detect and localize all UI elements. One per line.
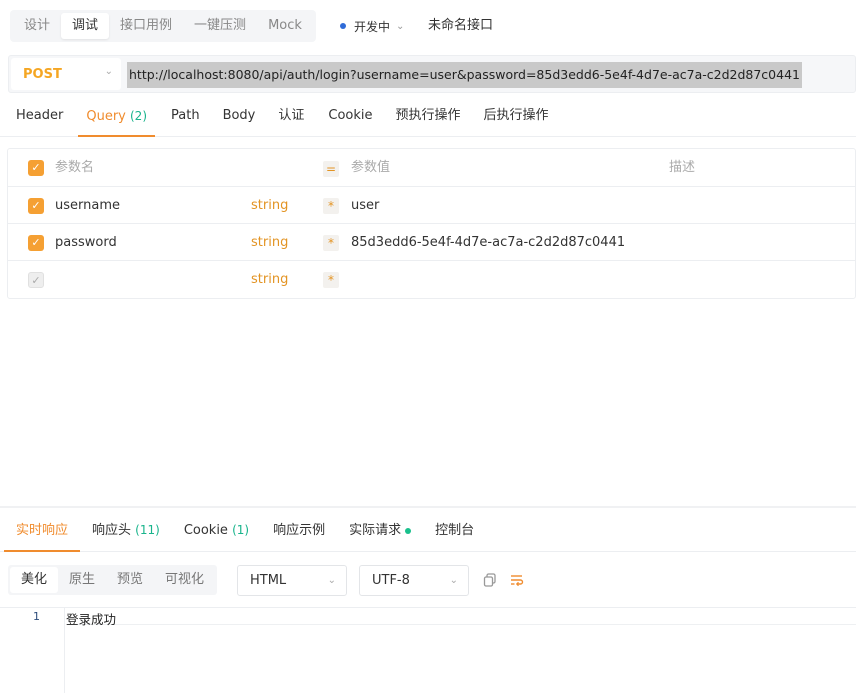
query-count: (2) bbox=[130, 109, 147, 123]
tab-test-cases[interactable]: 接口用例 bbox=[109, 13, 183, 39]
encoding-select[interactable]: UTF-8 ⌄ bbox=[359, 565, 469, 596]
chevron-down-icon: ⌄ bbox=[327, 575, 336, 586]
tab-cookie[interactable]: Cookie bbox=[320, 96, 380, 136]
equals-icon: = bbox=[323, 161, 339, 177]
column-value-header: 参数值 bbox=[351, 160, 391, 175]
tab-mock[interactable]: Mock bbox=[257, 13, 313, 39]
select-all-checkbox[interactable]: ✓ bbox=[28, 160, 44, 176]
line-gutter: 1 bbox=[0, 608, 65, 693]
tab-query[interactable]: Query (2) bbox=[78, 96, 155, 137]
table-header: ✓ 参数名 = 参数值 描述 bbox=[8, 149, 855, 187]
param-value[interactable]: user bbox=[351, 187, 379, 224]
query-params-table: ✓ 参数名 = 参数值 描述 ✓ username string * user … bbox=[7, 148, 856, 299]
status-dot-icon bbox=[405, 527, 412, 534]
wrap-lines-icon[interactable] bbox=[508, 571, 526, 589]
url-bar: POST ⌄ http://localhost:8080/api/auth/lo… bbox=[8, 55, 856, 93]
tab-live-response[interactable]: 实时响应 bbox=[4, 510, 81, 552]
param-name[interactable]: username bbox=[55, 187, 120, 224]
active-line bbox=[66, 608, 856, 625]
tab-raw[interactable]: 原生 bbox=[58, 567, 106, 593]
line-number: 1 bbox=[33, 610, 40, 623]
tab-console[interactable]: 控制台 bbox=[423, 510, 486, 551]
chevron-down-icon: ⌄ bbox=[396, 20, 405, 32]
tab-debug[interactable]: 调试 bbox=[61, 13, 110, 39]
param-type[interactable]: string bbox=[251, 187, 288, 224]
required-icon[interactable]: * bbox=[323, 272, 339, 288]
cookie-count: (1) bbox=[232, 523, 250, 537]
tab-auth[interactable]: 认证 bbox=[270, 96, 312, 136]
table-row: ✓ username string * user bbox=[8, 187, 855, 224]
tab-header[interactable]: Header bbox=[8, 96, 71, 136]
response-body-text: 登录成功 bbox=[66, 612, 117, 627]
copy-icon[interactable] bbox=[481, 571, 499, 589]
tab-response-headers[interactable]: 响应头 (11) bbox=[80, 510, 172, 551]
request-tabs: Header Query (2) Path Body 认证 Cookie 预执行… bbox=[0, 96, 856, 137]
row-checkbox[interactable]: ✓ bbox=[28, 272, 44, 288]
environment-selector[interactable]: 开发中 ⌄ bbox=[340, 10, 404, 42]
url-input[interactable]: http://localhost:8080/api/auth/login?use… bbox=[127, 62, 802, 88]
row-checkbox[interactable]: ✓ bbox=[28, 235, 44, 251]
tab-design[interactable]: 设计 bbox=[13, 13, 61, 39]
tab-visualize[interactable]: 可视化 bbox=[154, 567, 215, 593]
table-row: ✓ password string * 85d3edd6-5e4f-4d7e-a… bbox=[8, 224, 855, 261]
required-icon[interactable]: * bbox=[323, 198, 339, 214]
response-format-value: HTML bbox=[250, 573, 287, 588]
tab-response-cookie[interactable]: Cookie (1) bbox=[172, 510, 261, 551]
chevron-down-icon: ⌄ bbox=[104, 66, 113, 77]
tab-preview[interactable]: 预览 bbox=[106, 567, 154, 593]
tab-path[interactable]: Path bbox=[163, 96, 208, 136]
chevron-down-icon: ⌄ bbox=[449, 575, 458, 586]
row-checkbox[interactable]: ✓ bbox=[28, 198, 44, 214]
table-row: ✓ string * bbox=[8, 261, 855, 298]
mode-tabs: 设计 调试 接口用例 一键压测 Mock bbox=[10, 10, 316, 42]
method-select[interactable]: POST ⌄ bbox=[11, 58, 121, 90]
tab-response-example[interactable]: 响应示例 bbox=[261, 510, 337, 551]
param-name[interactable]: password bbox=[55, 224, 117, 261]
encoding-value: UTF-8 bbox=[372, 573, 410, 588]
tab-load-test[interactable]: 一键压测 bbox=[183, 13, 257, 39]
tab-pre-script[interactable]: 预执行操作 bbox=[388, 96, 469, 136]
panel-resizer[interactable] bbox=[0, 506, 856, 508]
top-bar: 设计 调试 接口用例 一键压测 Mock 开发中 ⌄ 未命名接口 bbox=[0, 0, 856, 52]
response-format-select[interactable]: HTML ⌄ bbox=[237, 565, 347, 596]
environment-label: 开发中 bbox=[354, 19, 391, 34]
environment-dot-icon bbox=[340, 23, 346, 29]
response-tabs: 实时响应 响应头 (11) Cookie (1) 响应示例 实际请求 控制台 bbox=[0, 510, 856, 552]
column-desc-header: 描述 bbox=[669, 160, 696, 175]
format-tabs: 美化 原生 预览 可视化 bbox=[8, 565, 218, 595]
tab-body[interactable]: Body bbox=[215, 96, 264, 136]
required-icon[interactable]: * bbox=[323, 235, 339, 251]
method-label: POST bbox=[23, 66, 62, 82]
interface-name[interactable]: 未命名接口 bbox=[428, 10, 493, 42]
headers-count: (11) bbox=[135, 523, 160, 537]
tab-post-script[interactable]: 后执行操作 bbox=[476, 96, 557, 136]
response-body-editor[interactable]: 1 登录成功 bbox=[0, 607, 856, 693]
param-value[interactable]: 85d3edd6-5e4f-4d7e-ac7a-c2d2d87c0441 bbox=[351, 224, 625, 261]
tab-pretty[interactable]: 美化 bbox=[10, 567, 59, 593]
tab-actual-request[interactable]: 实际请求 bbox=[337, 510, 423, 551]
param-type[interactable]: string bbox=[251, 224, 288, 261]
column-name-header: 参数名 bbox=[55, 160, 95, 175]
param-type[interactable]: string bbox=[251, 261, 288, 298]
